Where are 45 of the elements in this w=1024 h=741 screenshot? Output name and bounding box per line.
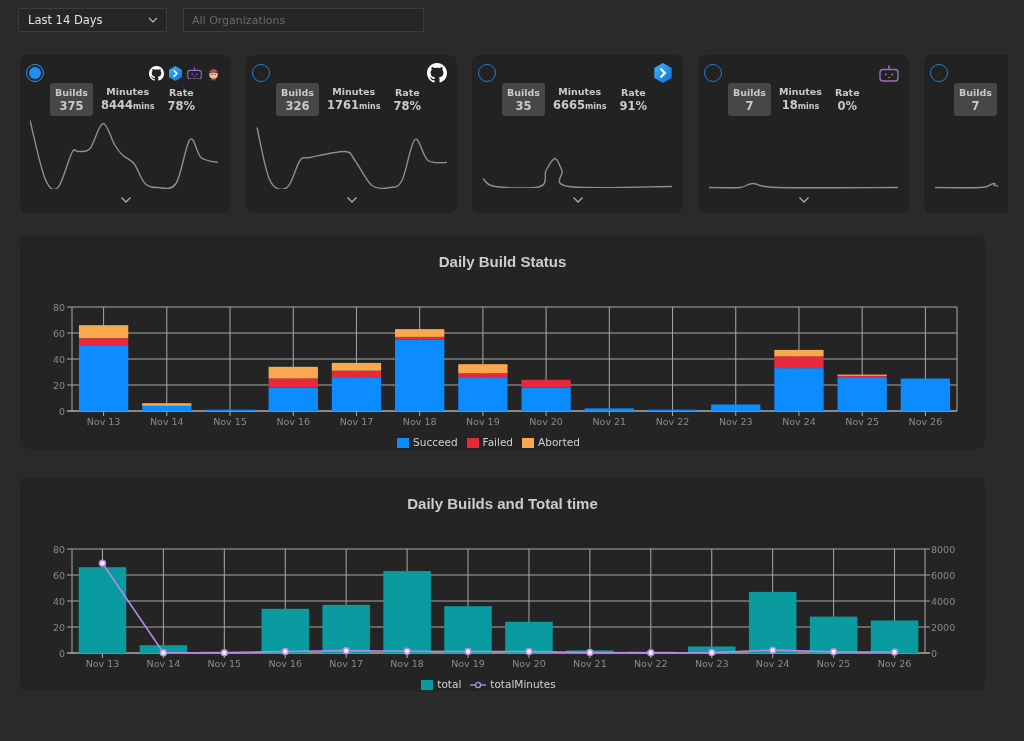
axis-category-label: Nov 20 bbox=[529, 416, 563, 427]
axis-category-label: Nov 15 bbox=[207, 658, 242, 669]
axis-category-label: Nov 26 bbox=[908, 416, 943, 427]
axis-category-label: Nov 24 bbox=[755, 658, 790, 669]
axis-category-label: Nov 26 bbox=[877, 658, 912, 669]
axis-category-label: Nov 22 bbox=[634, 658, 668, 669]
chart-title: Daily Builds and Total time bbox=[407, 494, 598, 514]
axis-tick-label: 2000 bbox=[931, 621, 956, 633]
axis-category-label: Nov 16 bbox=[276, 416, 311, 427]
axis-category-label: Nov 23 bbox=[694, 658, 729, 669]
axis-category-label: Nov 15 bbox=[213, 416, 247, 427]
axis-tick-label: 8000 bbox=[931, 543, 956, 555]
axis-category-label: Nov 13 bbox=[85, 658, 120, 669]
axis-category-label: Nov 23 bbox=[718, 416, 753, 427]
axis-category-label: Nov 17 bbox=[329, 658, 363, 669]
axis-category-label: Nov 16 bbox=[268, 658, 303, 669]
axis-tick-label: 6000 bbox=[931, 569, 956, 581]
axis-tick-label: 20 bbox=[52, 379, 65, 391]
axis-category-label: Nov 20 bbox=[512, 658, 546, 669]
axis-tick-label: 80 bbox=[52, 301, 65, 313]
axis-category-label: Nov 21 bbox=[592, 416, 627, 427]
axis-tick-label: 80 bbox=[52, 543, 65, 555]
axis-category-label: Nov 14 bbox=[150, 416, 184, 427]
axis-category-label: Nov 25 bbox=[845, 416, 879, 427]
axis-category-label: Nov 18 bbox=[390, 658, 424, 669]
axis-tick-label: 40 bbox=[52, 595, 65, 607]
axis-category-label: Nov 22 bbox=[655, 416, 690, 427]
axis-tick-label: 4000 bbox=[931, 595, 956, 607]
chart-title: Daily Build Status bbox=[438, 252, 567, 272]
axis-category-label: Nov 14 bbox=[146, 658, 181, 669]
axis-tick-label: 0 bbox=[931, 647, 938, 659]
axis-tick-label: 60 bbox=[52, 327, 65, 339]
axis-tick-label: 0 bbox=[58, 647, 65, 659]
axis-category-label: Nov 19 bbox=[451, 658, 485, 669]
axis-category-label: Nov 19 bbox=[466, 416, 500, 427]
axis-tick-label: 40 bbox=[52, 353, 65, 365]
axis-tick-label: 60 bbox=[52, 569, 65, 581]
axis-category-label: Nov 21 bbox=[573, 658, 607, 669]
axis-tick-label: 20 bbox=[52, 621, 65, 633]
axis-tick-label: 0 bbox=[58, 405, 65, 417]
axis-category-label: Nov 18 bbox=[402, 416, 437, 427]
axis-category-label: Nov 17 bbox=[339, 416, 374, 427]
axis-category-label: Nov 25 bbox=[816, 658, 851, 669]
axis-category-label: Nov 13 bbox=[86, 416, 121, 427]
axis-category-label: Nov 24 bbox=[782, 416, 816, 427]
